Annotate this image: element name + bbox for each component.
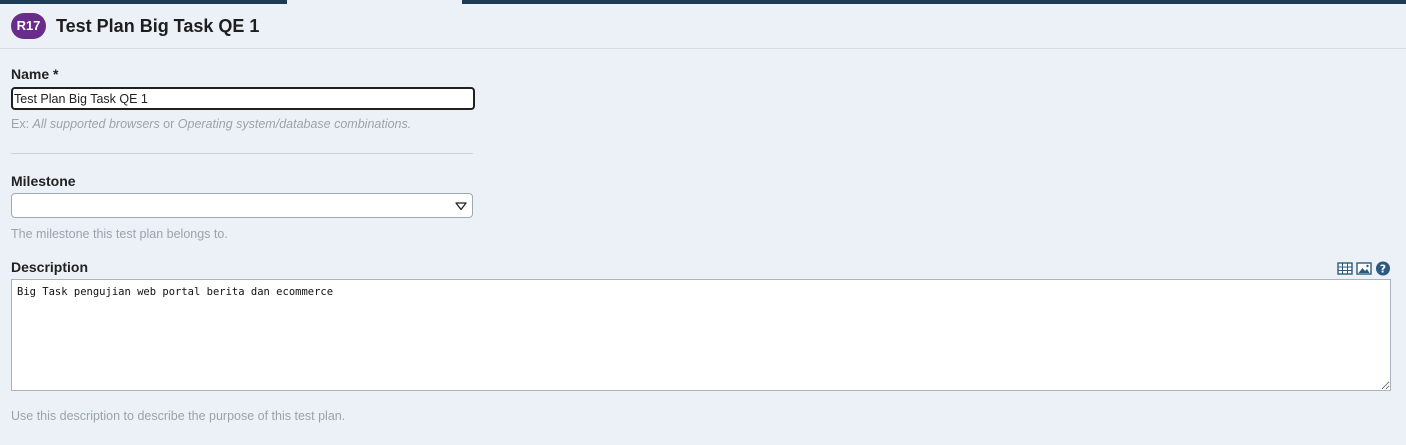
name-hint-example: All supported browsers [32,117,160,131]
milestone-select[interactable] [11,193,473,218]
image-icon[interactable] [1356,261,1372,276]
name-hint-or: or [159,117,178,131]
description-hint: Use this description to describe the pur… [11,409,346,423]
name-hint-prefix: Ex: [11,117,33,131]
section-divider [11,153,473,154]
name-label: Name * [11,66,59,82]
chevron-down-icon [455,202,467,211]
name-hint-example2: Operating system/database combinations. [177,117,412,131]
description-toolbar: ? [1337,261,1391,277]
plan-id-badge: R17 [11,13,46,39]
svg-text:?: ? [1380,263,1386,276]
help-icon[interactable]: ? [1375,261,1391,276]
page-header: R17 Test Plan Big Task QE 1 [0,4,1406,49]
table-icon[interactable] [1337,261,1353,276]
milestone-hint: The milestone this test plan belongs to. [11,227,228,241]
description-textarea[interactable]: Big Task pengujian web portal berita dan… [11,279,1391,391]
name-hint: Ex: All supported browsers or Operating … [11,117,411,131]
milestone-label: Milestone [11,173,76,189]
description-label: Description [11,259,89,275]
name-input[interactable] [11,87,475,110]
page-title: Test Plan Big Task QE 1 [56,16,260,36]
